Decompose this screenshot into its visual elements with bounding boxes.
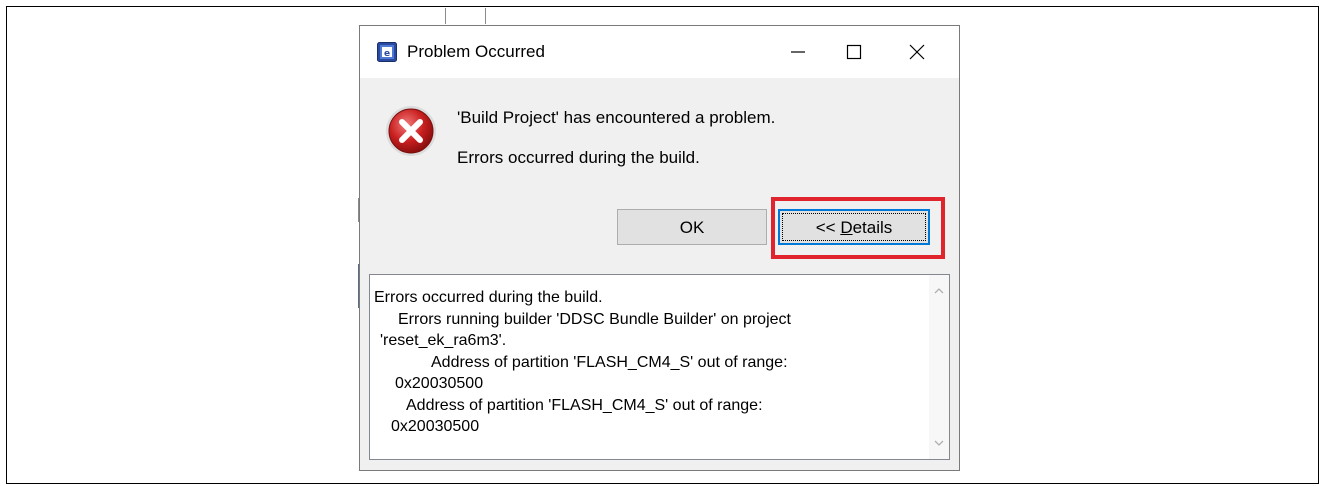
close-button[interactable] bbox=[882, 26, 952, 78]
ok-button[interactable]: OK bbox=[617, 209, 767, 245]
details-line: Errors occurred during the build. bbox=[374, 289, 603, 306]
details-text-area[interactable]: Errors occurred during the build. Errors… bbox=[369, 274, 950, 460]
details-line: 0x20030500 bbox=[391, 418, 480, 435]
callout-highlight-box bbox=[771, 197, 945, 259]
details-line: 0x20030500 bbox=[395, 375, 484, 392]
details-line: 'reset_ek_ra6m3'. bbox=[380, 332, 507, 349]
scroll-up-arrow[interactable] bbox=[929, 281, 949, 301]
minimize-icon bbox=[791, 51, 805, 53]
maximize-button[interactable] bbox=[826, 26, 882, 78]
title-bar[interactable]: e Problem Occurred bbox=[360, 26, 959, 78]
background-divider bbox=[485, 8, 486, 24]
close-icon bbox=[909, 44, 925, 60]
background-divider bbox=[445, 8, 446, 24]
scroll-down-arrow[interactable] bbox=[929, 433, 949, 453]
eclipse-e2studio-icon: e bbox=[377, 42, 397, 62]
error-submessage: Errors occurred during the build. bbox=[457, 148, 700, 167]
maximize-icon bbox=[846, 44, 862, 60]
minimize-button[interactable] bbox=[770, 26, 826, 78]
svg-text:e: e bbox=[384, 49, 390, 59]
dialog-title: Problem Occurred bbox=[407, 42, 545, 61]
details-line: Address of partition 'FLASH_CM4_S' out o… bbox=[406, 396, 763, 414]
details-line: Address of partition 'FLASH_CM4_S' out o… bbox=[431, 353, 788, 371]
details-line: Errors running builder 'DDSC Bundle Buil… bbox=[398, 310, 791, 328]
error-message: 'Build Project' has encountered a proble… bbox=[457, 108, 776, 127]
details-scrollbar[interactable] bbox=[929, 275, 949, 459]
details-text: Errors occurred during the build. Errors… bbox=[374, 287, 924, 438]
chevron-down-icon bbox=[934, 440, 944, 446]
problem-dialog: e Problem Occurred 'Build Project' has e… bbox=[359, 25, 960, 471]
chevron-up-icon bbox=[934, 288, 944, 294]
error-icon bbox=[384, 104, 438, 158]
